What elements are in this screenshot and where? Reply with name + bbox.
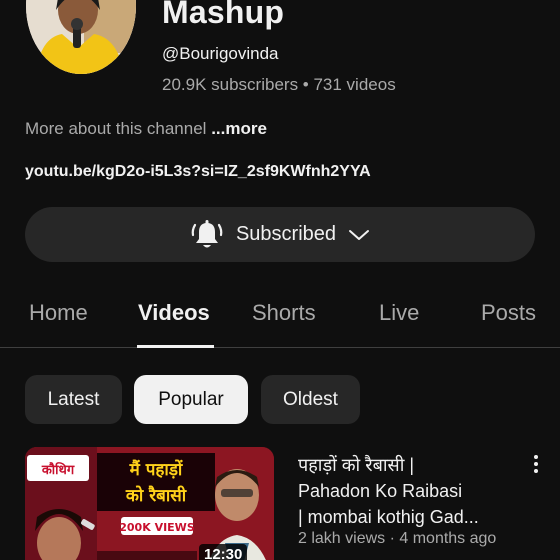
chip-latest[interactable]: Latest — [25, 375, 122, 424]
video-title[interactable]: पहाड़ों को रैबासी | Pahadon Ko Raibasi |… — [298, 452, 526, 530]
chip-popular[interactable]: Popular — [134, 375, 248, 424]
video-duration: 12:30 — [199, 544, 248, 560]
thumb-text-line2: को रैबासी — [125, 485, 187, 506]
tab-posts[interactable]: Posts — [481, 300, 536, 326]
video-title-line: Pahadon Ko Raibasi — [298, 481, 463, 501]
subscribed-label: Subscribed — [235, 223, 337, 245]
tab-live[interactable]: Live — [379, 300, 419, 326]
chip-oldest[interactable]: Oldest — [261, 375, 360, 424]
video-title-line: पहाड़ों को रैबासी | — [298, 455, 415, 475]
subscribed-button[interactable]: Subscribed — [25, 207, 535, 262]
thumb-views-badge: 200K VIEWS — [119, 521, 195, 534]
thumb-logo: कौथिग — [41, 462, 75, 478]
active-tab-indicator — [137, 345, 214, 348]
avatar-image — [26, 0, 136, 74]
channel-link[interactable]: youtu.be/kgD2o-i5L3s?si=IZ_2sf9KWfnh2YYA — [25, 163, 371, 181]
tab-home[interactable]: Home — [29, 300, 88, 326]
channel-about[interactable]: More about this channel ...more — [25, 119, 267, 139]
bell-ring-icon — [191, 219, 223, 247]
video-meta: 2 lakh views · 4 months ago — [298, 530, 497, 547]
tab-shorts[interactable]: Shorts — [252, 300, 316, 326]
thumb-text-line1: मैं पहाड़ों — [129, 459, 184, 480]
channel-tabs: Home Videos Shorts Live Posts — [0, 288, 560, 348]
more-options-icon[interactable] — [528, 452, 544, 476]
channel-avatar[interactable] — [26, 0, 136, 74]
chevron-down-icon — [349, 229, 370, 240]
channel-stats: 20.9K subscribers • 731 videos — [162, 75, 396, 94]
about-more-link[interactable]: ...more — [211, 119, 267, 138]
about-text: More about this channel — [25, 119, 207, 138]
tab-videos[interactable]: Videos — [138, 300, 210, 326]
channel-handle: @Bourigovinda — [162, 44, 279, 63]
channel-title: Mashup — [162, 0, 285, 30]
video-title-line: | mombai kothig Gad... — [298, 507, 479, 527]
